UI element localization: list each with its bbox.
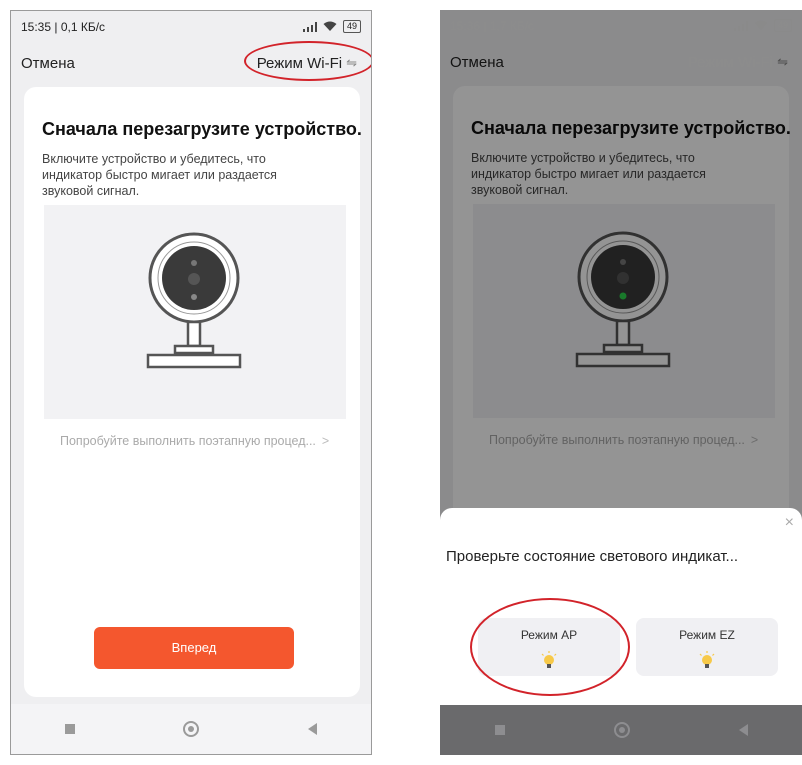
back-icon[interactable]	[307, 723, 317, 735]
top-nav: Отмена Режим Wi-Fi ⇋	[11, 41, 371, 85]
back-icon[interactable]	[738, 724, 748, 736]
ap-mode-label: Режим AP	[520, 628, 578, 642]
step-by-step-label: Попробуйте выполнить поэтапную процед...	[60, 434, 316, 448]
ez-mode-label: Режим EZ	[679, 628, 735, 642]
bulb-icon	[541, 651, 557, 668]
battery-icon: 49	[342, 20, 361, 33]
recent-apps-icon[interactable]	[65, 724, 76, 734]
cancel-button[interactable]: Отмена	[21, 55, 75, 72]
close-icon[interactable]: ×	[785, 514, 794, 532]
sheet-title: Проверьте состояние светового индикат...	[446, 548, 739, 565]
chevron-right-icon: >	[321, 434, 330, 448]
wifi-mode-button[interactable]: Режим Wi-Fi ⇋	[257, 55, 357, 72]
reset-instructions-card: Сначала перезагрузите устройство. Включи…	[24, 87, 362, 697]
status-time: 15:35 | 0,1 КБ/с	[21, 20, 106, 34]
recent-apps-icon[interactable]	[494, 725, 505, 735]
wifi-mode-label: Режим Wi-Fi	[256, 54, 343, 72]
ez-mode-option[interactable]: Режим EZ	[636, 618, 778, 676]
camera-illustration	[44, 205, 346, 419]
card-description: Включите устройство и убедитесь, что инд…	[42, 152, 277, 198]
system-nav-bar	[440, 705, 802, 755]
card-title: Сначала перезагрузите устройство.	[42, 119, 362, 139]
right-phone-screen: 15:36 | 1,7 КБ/с 49 Отмена Режим Wi-Fi ⇋…	[440, 10, 802, 755]
swap-icon: ⇋	[346, 55, 357, 70]
status-bar: 15:35 | 0,1 КБ/с 49	[11, 11, 371, 41]
indicator-state-sheet: × Проверьте состояние светового индикат.…	[440, 508, 802, 705]
system-nav-bar	[11, 704, 371, 754]
wifi-icon	[323, 21, 337, 31]
ap-mode-option[interactable]: Режим AP	[478, 618, 620, 676]
bulb-icon	[699, 651, 715, 668]
left-phone-screen: 15:35 | 0,1 КБ/с 49 Отмена Режим Wi-Fi ⇋…	[10, 10, 372, 755]
next-button[interactable]: Вперед	[94, 627, 294, 669]
step-by-step-link[interactable]: Попробуйте выполнить поэтапную процед...…	[60, 434, 329, 448]
home-icon[interactable]	[183, 721, 200, 737]
home-icon[interactable]	[613, 722, 630, 738]
signal-icon	[302, 21, 317, 32]
